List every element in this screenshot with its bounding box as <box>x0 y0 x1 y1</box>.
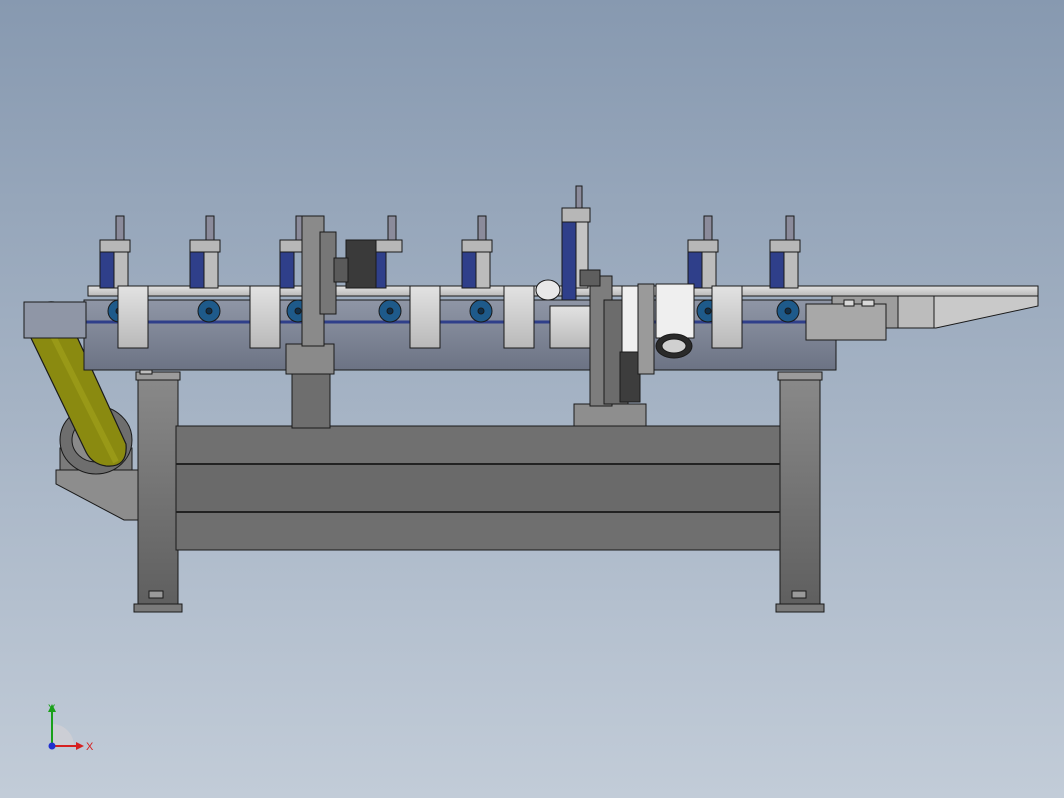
beam-upper <box>175 425 781 465</box>
end-plate <box>805 303 887 341</box>
left-foot <box>133 603 183 613</box>
right-leg <box>779 371 821 611</box>
right-foot <box>775 603 825 613</box>
bed-end-left <box>23 301 87 339</box>
graphics-viewport[interactable]: Y X <box>0 0 1064 798</box>
left-leg <box>137 371 179 611</box>
beam-middle <box>175 463 781 513</box>
y-axis-label: Y <box>48 703 56 715</box>
coordinate-triad-icon: Y X <box>48 703 94 753</box>
x-axis-arrowhead <box>76 742 84 750</box>
motor-housing <box>655 283 695 339</box>
z-axis-dot <box>48 742 56 750</box>
base-frame <box>133 365 825 613</box>
right-foot-slot <box>791 590 807 599</box>
left-foot-slot <box>148 590 164 599</box>
cutter-head-assembly <box>573 269 695 427</box>
gear-motor <box>345 239 377 289</box>
x-axis-label: X <box>86 741 94 753</box>
machine-model-view[interactable] <box>0 0 1064 798</box>
beam-lower <box>175 511 781 551</box>
